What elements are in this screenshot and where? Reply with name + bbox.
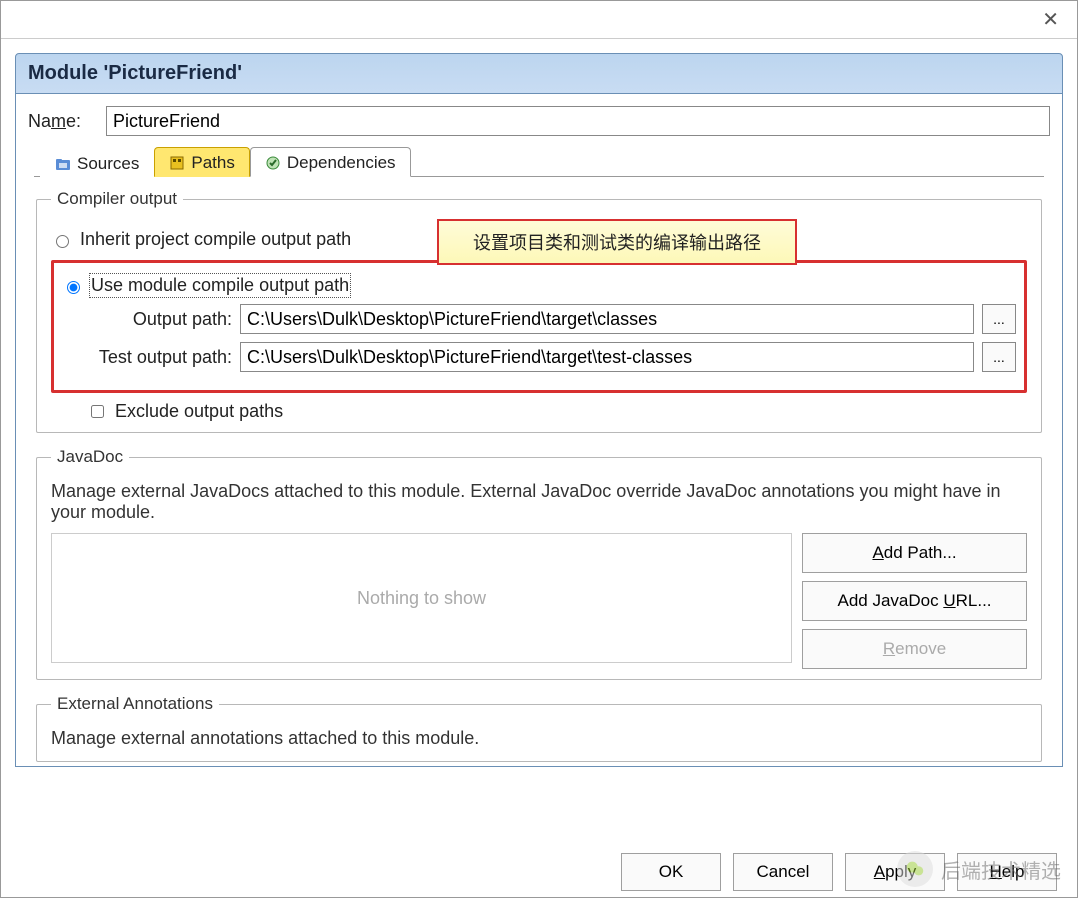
javadoc-list[interactable]: Nothing to show: [51, 533, 792, 663]
tab-sources-label: Sources: [77, 154, 139, 174]
add-javadoc-path-button[interactable]: Add Path...: [802, 533, 1027, 573]
compiler-output-legend: Compiler output: [51, 189, 183, 209]
tabs: Sources Paths Dependencies: [34, 146, 1044, 177]
annotation-highlight-box: Use module compile output path Output pa…: [51, 260, 1027, 393]
use-module-radio[interactable]: [67, 281, 80, 294]
folder-icon: [55, 156, 71, 172]
exclude-output-label: Exclude output paths: [115, 401, 283, 422]
module-name-input[interactable]: [106, 106, 1050, 136]
apply-button[interactable]: Apply: [845, 853, 945, 891]
paths-icon: [169, 155, 185, 171]
javadoc-buttons: Add Path... Add JavaDoc URL... Remove: [802, 533, 1027, 669]
test-output-path-label: Test output path:: [62, 347, 232, 368]
dependencies-icon: [265, 155, 281, 171]
use-module-radio-label: Use module compile output path: [91, 275, 349, 296]
dialog-body: Name: Sources Paths Dependencies: [15, 94, 1063, 767]
add-javadoc-url-button[interactable]: Add JavaDoc URL...: [802, 581, 1027, 621]
remove-javadoc-button: Remove: [802, 629, 1027, 669]
javadoc-main: Nothing to show Add Path... Add JavaDoc …: [51, 533, 1027, 669]
inherit-radio-label: Inherit project compile output path: [80, 229, 351, 250]
output-path-label: Output path:: [62, 309, 232, 330]
exclude-output-checkbox[interactable]: [91, 405, 104, 418]
output-path-input[interactable]: [240, 304, 974, 334]
paths-panel: Compiler output 设置项目类和测试类的编译输出路径 Inherit…: [28, 177, 1050, 766]
dialog-title-text: Module 'PictureFriend': [28, 62, 242, 84]
dialog-window: ✕ Module 'PictureFriend' Name: Sources P…: [0, 0, 1078, 898]
ok-button[interactable]: OK: [621, 853, 721, 891]
external-annotations-desc: Manage external annotations attached to …: [51, 728, 1027, 749]
tab-dependencies[interactable]: Dependencies: [250, 147, 411, 177]
output-path-browse-button[interactable]: ...: [982, 304, 1016, 334]
test-output-path-browse-button[interactable]: ...: [982, 342, 1016, 372]
tab-paths-label: Paths: [191, 153, 234, 173]
inherit-radio[interactable]: [56, 235, 69, 248]
help-button[interactable]: Help: [957, 853, 1057, 891]
test-output-path-row: Test output path: ...: [62, 342, 1016, 372]
output-path-row: Output path: ...: [62, 304, 1016, 334]
external-annotations-group: External Annotations Manage external ann…: [36, 694, 1042, 762]
dialog-button-bar: OK Cancel Apply Help: [621, 853, 1057, 891]
compiler-output-group: Compiler output 设置项目类和测试类的编译输出路径 Inherit…: [36, 189, 1042, 433]
dialog-title: Module 'PictureFriend': [15, 53, 1063, 94]
javadoc-group: JavaDoc Manage external JavaDocs attache…: [36, 447, 1042, 680]
cancel-button[interactable]: Cancel: [733, 853, 833, 891]
close-icon[interactable]: ✕: [1042, 7, 1059, 32]
tab-paths[interactable]: Paths: [154, 147, 249, 177]
use-module-radio-row: Use module compile output path: [62, 275, 1016, 296]
module-name-label: Name:: [28, 111, 96, 132]
test-output-path-input[interactable]: [240, 342, 974, 372]
tab-dependencies-label: Dependencies: [287, 153, 396, 173]
external-annotations-legend: External Annotations: [51, 694, 219, 714]
annotation-callout: 设置项目类和测试类的编译输出路径: [437, 219, 797, 265]
exclude-output-row: Exclude output paths: [87, 401, 1027, 422]
javadoc-desc: Manage external JavaDocs attached to thi…: [51, 481, 1027, 523]
javadoc-empty-text: Nothing to show: [357, 588, 486, 609]
javadoc-legend: JavaDoc: [51, 447, 129, 467]
tab-sources[interactable]: Sources: [40, 148, 154, 177]
annotation-text: 设置项目类和测试类的编译输出路径: [473, 233, 761, 253]
module-name-row: Name:: [28, 106, 1050, 136]
window-titlebar: ✕: [1, 1, 1077, 39]
